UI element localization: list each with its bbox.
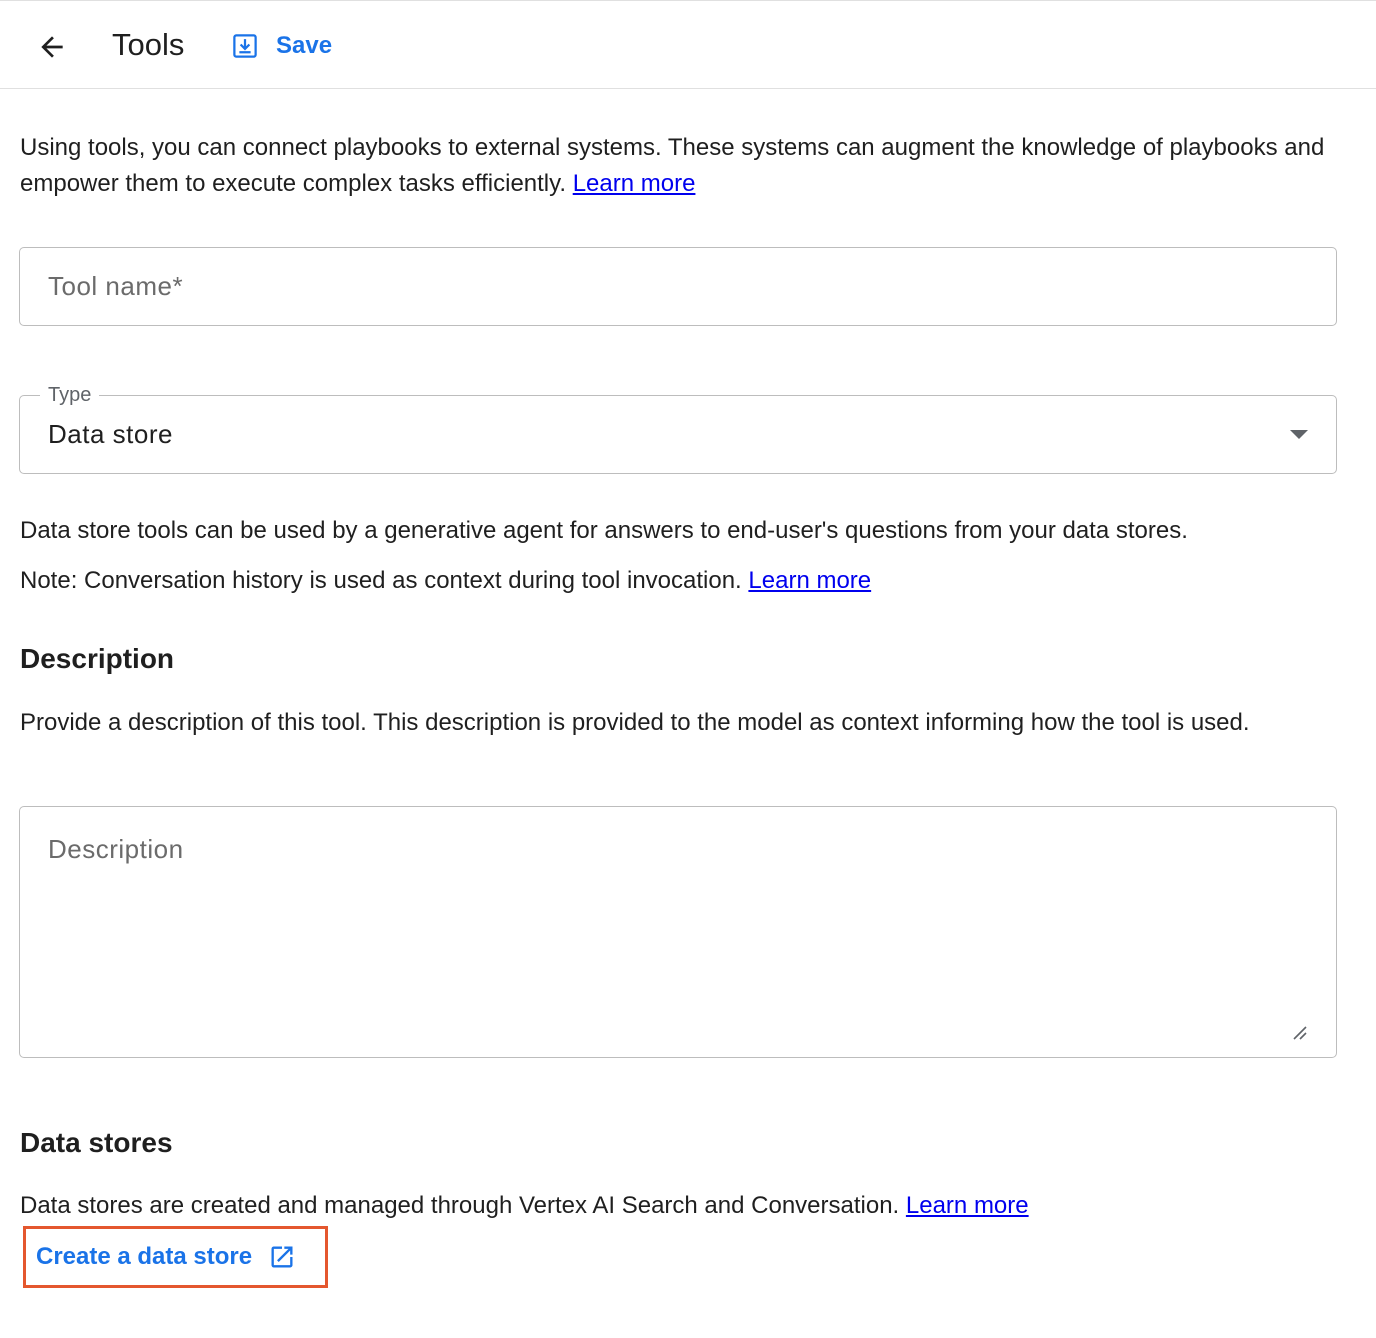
type-note-text: Note: Conversation history is used as co… (20, 567, 742, 594)
top-toolbar: Tools Save (0, 0, 1376, 89)
resize-handle-icon[interactable] (1290, 1023, 1308, 1041)
tool-name-input[interactable] (20, 248, 1336, 325)
intro-learn-more-link[interactable]: Learn more (573, 170, 696, 197)
type-note: Note: Conversation history is used as co… (20, 563, 871, 599)
arrow-back-icon (41, 36, 63, 58)
type-value: Data store (48, 419, 173, 449)
data-stores-heading: Data stores (20, 1127, 173, 1158)
type-label: Type (40, 382, 100, 408)
page-title: Tools (112, 27, 185, 62)
save-icon (233, 34, 257, 58)
data-stores-help: Data stores are created and managed thro… (20, 1188, 1029, 1224)
description-field (19, 806, 1337, 1058)
arrow-drop-down-icon (1290, 430, 1308, 439)
back-button[interactable] (30, 25, 74, 69)
data-stores-help-text: Data stores are created and managed thro… (20, 1192, 900, 1219)
intro-text: Using tools, you can connect playbooks t… (20, 130, 1340, 202)
create-data-store-label: Create a data store (36, 1243, 253, 1270)
data-stores-learn-more-link[interactable]: Learn more (906, 1192, 1029, 1219)
type-learn-more-link[interactable]: Learn more (748, 567, 871, 594)
save-label: Save (276, 32, 333, 59)
description-help: Provide a description of this tool. This… (20, 709, 1250, 736)
open-in-new-icon (271, 1246, 293, 1268)
description-textarea[interactable] (20, 807, 1336, 1057)
save-button[interactable]: Save (230, 27, 332, 65)
description-heading: Description (20, 643, 175, 674)
create-data-store-button[interactable]: Create a data store (36, 1239, 296, 1275)
create-data-store-highlight: Create a data store (23, 1226, 328, 1288)
type-info-text: Data store tools can be used by a genera… (20, 517, 1188, 544)
tool-name-field (19, 247, 1337, 326)
type-select[interactable]: Type Data store (19, 382, 1337, 474)
